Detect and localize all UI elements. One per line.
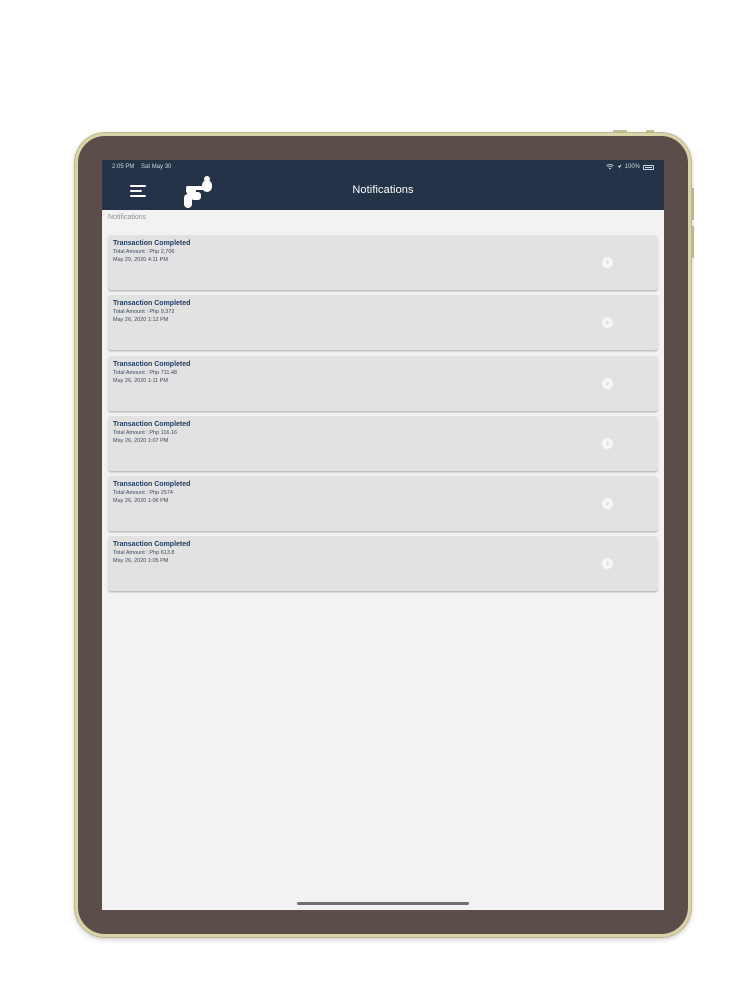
notification-title: Transaction Completed bbox=[113, 240, 191, 247]
status-left: 2:05 PM Sat May 30 bbox=[112, 164, 171, 170]
chevron-right-icon[interactable] bbox=[602, 257, 613, 268]
notification-amount: Total Amount : Php 2574 bbox=[113, 490, 173, 497]
nav-bar: Notifications bbox=[102, 174, 664, 210]
notification-amount: Total Amount : Php 613.8 bbox=[113, 550, 175, 557]
chevron-right-icon[interactable] bbox=[602, 437, 613, 449]
chevron-right-icon[interactable] bbox=[602, 558, 613, 570]
battery-percentage: 100% bbox=[624, 164, 640, 170]
status-time: 2:05 PM bbox=[112, 164, 135, 170]
status-date: Sat May 30 bbox=[141, 164, 172, 170]
notification-item[interactable]: Transaction Completed Total Amount : Php… bbox=[108, 476, 658, 532]
notification-title: Transaction Completed bbox=[113, 360, 191, 368]
notification-date: May 29, 2020 4:11 PM bbox=[113, 257, 168, 263]
notification-date: May 26, 2020 1:11 PM bbox=[113, 377, 168, 384]
notification-item[interactable]: Transaction Completed Total Amount : Php… bbox=[108, 536, 658, 592]
status-bar: 2:05 PM Sat May 30 100% bbox=[102, 160, 664, 174]
app-screen: 2:05 PM Sat May 30 100% Notifications No… bbox=[102, 160, 664, 910]
notification-title: Transaction Completed bbox=[113, 300, 191, 308]
chevron-right-icon[interactable] bbox=[602, 377, 613, 389]
chevron-right-icon[interactable] bbox=[602, 498, 613, 510]
chevron-right-icon[interactable] bbox=[602, 317, 613, 329]
notification-title: Transaction Completed bbox=[113, 541, 191, 549]
notification-item[interactable]: Transaction Completed Total Amount : Php… bbox=[108, 355, 658, 411]
notification-amount: Total Amount : Php 711.48 bbox=[113, 369, 178, 376]
home-indicator[interactable] bbox=[297, 902, 469, 905]
device-volume-down-button bbox=[691, 226, 694, 258]
location-icon bbox=[616, 164, 622, 169]
notification-amount: Total Amount : Php 2,706 bbox=[113, 249, 175, 255]
notification-amount: Total Amount : Php 116.16 bbox=[113, 429, 178, 436]
section-label: Notifications bbox=[108, 214, 147, 221]
notification-date: May 26, 2020 1:07 PM bbox=[113, 437, 169, 444]
notification-date: May 26, 2020 1:05 PM bbox=[113, 558, 169, 565]
notification-amount: Total Amount : Php 9,372 bbox=[113, 309, 175, 316]
notification-title: Transaction Completed bbox=[113, 420, 191, 428]
notification-item[interactable]: Transaction Completed Total Amount : Php… bbox=[108, 235, 658, 290]
page-title: Notifications bbox=[352, 184, 414, 196]
status-right: 100% bbox=[605, 164, 654, 170]
notification-item[interactable]: Transaction Completed Total Amount : Php… bbox=[108, 295, 658, 351]
notification-list: Transaction Completed Total Amount : Php… bbox=[108, 235, 658, 597]
notification-date: May 26, 2020 1:06 PM bbox=[113, 498, 169, 505]
wifi-icon bbox=[605, 164, 614, 170]
battery-icon bbox=[643, 164, 654, 170]
notification-date: May 26, 2020 1:12 PM bbox=[113, 317, 169, 324]
notification-item[interactable]: Transaction Completed Total Amount : Php… bbox=[108, 415, 658, 471]
device-volume-up-button bbox=[691, 188, 694, 220]
notification-title: Transaction Completed bbox=[113, 481, 191, 489]
